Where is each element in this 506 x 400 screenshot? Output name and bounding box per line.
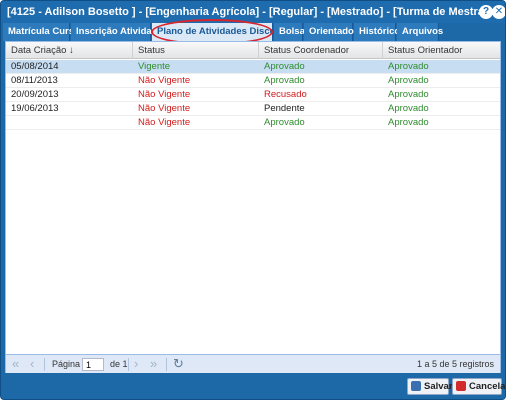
save-icon [411,381,421,391]
cell-date: 05/08/2014 [11,61,59,72]
dialog-window: [4125 - Adilson Bosetto ] - [Engenharia … [0,0,506,400]
tab-bolsa[interactable]: Bolsa [274,23,305,41]
cell-status-orientador: Aprovado [388,103,429,114]
cell-status: Não Vigente [138,117,191,128]
cell-status-orientador: Aprovado [388,61,429,72]
cell-status-coordenador: Recusado [264,89,307,100]
grid-header: Data Criação ↓ Status Status Coordenador… [6,42,500,59]
last-page-icon[interactable]: » [150,357,157,371]
toolbar-separator [166,358,167,371]
cancel-icon [456,381,466,391]
table-row[interactable]: 20/09/2013 Não Vigente Recusado Aprovado [6,88,500,102]
tab-inscricao-atividade[interactable]: Inscrição Atividade [71,23,163,41]
cell-date: 19/06/2013 [11,103,59,114]
column-header-status-orientador[interactable]: Status Orientador [383,42,500,59]
cell-status: Não Vigente [138,103,191,114]
page-count-label: de 1 [110,359,128,369]
cell-date [6,116,11,130]
dialog-footer: Salvar Cancelar [1,373,505,399]
table-row[interactable]: Não Vigente Aprovado Aprovado [6,116,500,130]
tab-orientador[interactable]: Orientador [304,23,358,41]
next-page-icon[interactable]: › [134,357,138,371]
cell-status-coordenador: Aprovado [264,75,305,86]
help-icon[interactable]: ? [479,5,493,19]
grid-panel: Data Criação ↓ Status Status Coordenador… [5,41,501,373]
tab-historico[interactable]: Histórico [354,23,400,41]
table-row[interactable]: 19/06/2013 Não Vigente Pendente Aprovado [6,102,500,116]
cell-date: 20/09/2013 [11,89,59,100]
column-header-status[interactable]: Status [133,42,259,59]
save-button-label: Salvar [424,381,453,392]
refresh-icon[interactable]: ↻ [173,357,184,371]
first-page-icon[interactable]: « [12,357,19,371]
page-label: Página [52,359,81,369]
records-summary: 1 a 5 de 5 registros [416,359,494,369]
cancel-button-label: Cancelar [469,381,506,392]
cell-status: Vigente [138,61,171,72]
prev-page-icon[interactable]: ‹ [30,357,34,371]
toolbar-separator [44,358,45,371]
paging-toolbar: « ‹ Página de 1 › » ↻ 1 a 5 de 5 registr… [6,354,500,373]
cell-status-coordenador: Pendente [264,103,305,114]
cell-status: Não Vigente [138,75,191,86]
toolbar-separator [128,358,129,371]
table-row[interactable]: 05/08/2014 Vigente Aprovado Aprovado [6,60,500,74]
cell-status-orientador: Aprovado [388,75,429,86]
window-title: [4125 - Adilson Bosetto ] - [Engenharia … [1,1,505,40]
cell-status-orientador: Aprovado [388,89,429,100]
column-header-data-criacao[interactable]: Data Criação ↓ [6,42,133,59]
cancel-button[interactable]: Cancelar [452,378,505,395]
cell-status-coordenador: Aprovado [264,61,305,72]
column-header-status-coordenador[interactable]: Status Coordenador [259,42,383,59]
cell-status-orientador: Aprovado [388,117,429,128]
cell-status-coordenador: Aprovado [264,117,305,128]
cell-date: 08/11/2013 [11,75,58,86]
save-button[interactable]: Salvar [407,378,453,395]
tab-matricula-curso[interactable]: Matrícula Curso [3,23,80,41]
tab-arquivos[interactable]: Arquivos [397,23,443,41]
cell-status: Não Vigente [138,89,191,100]
close-icon[interactable]: ✕ [492,5,505,19]
page-number-input[interactable] [82,358,104,371]
table-row[interactable]: 08/11/2013 Não Vigente Aprovado Aprovado [6,74,500,88]
